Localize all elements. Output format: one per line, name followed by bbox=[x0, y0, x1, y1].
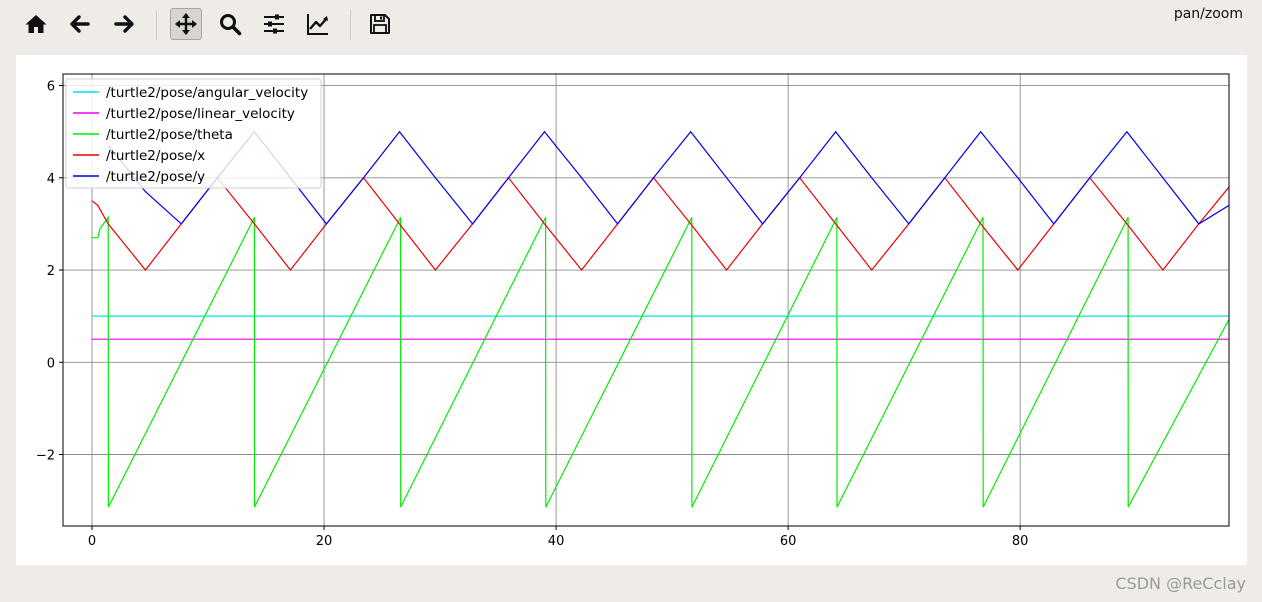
x-tick-label: 0 bbox=[88, 534, 96, 549]
y-tick-label: 6 bbox=[47, 80, 55, 95]
figure-canvas[interactable]: 0 20 40 60 80 −2 0 2 4 6/turtle2/pose/angular_vel… bbox=[16, 55, 1247, 565]
toolbar-separator bbox=[350, 10, 351, 40]
pan-button[interactable] bbox=[170, 8, 202, 40]
legend-entry-5: /turtle2/pose/y bbox=[106, 169, 205, 185]
y-tick-label: 2 bbox=[47, 264, 55, 279]
zoom-button[interactable] bbox=[214, 8, 246, 40]
move-icon bbox=[175, 13, 197, 35]
arrow-left-icon bbox=[70, 15, 90, 33]
search-icon bbox=[220, 14, 242, 36]
home-icon bbox=[25, 15, 47, 33]
save-button[interactable] bbox=[364, 8, 396, 40]
y-tick-label: 0 bbox=[47, 356, 55, 371]
forward-button[interactable] bbox=[108, 8, 140, 40]
x-tick-label: 40 bbox=[548, 534, 565, 549]
legend-entry-2: /turtle2/pose/linear_velocity bbox=[106, 106, 295, 122]
legend-entry-1: /turtle2/pose/angular_velocity bbox=[106, 85, 308, 101]
line-chart-icon bbox=[307, 14, 328, 35]
edit-axis-button[interactable] bbox=[302, 8, 334, 40]
line-chart[interactable]: 0 20 40 60 80 −2 0 2 4 6/turtle2/pose/angular_vel… bbox=[16, 55, 1247, 565]
series-line-4[interactable] bbox=[91, 176, 1229, 271]
y-tick-label: 4 bbox=[47, 172, 55, 187]
x-tick-label: 20 bbox=[316, 534, 333, 549]
x-tick-label: 80 bbox=[1012, 534, 1029, 549]
mode-label: pan/zoom bbox=[1173, 6, 1243, 22]
legend-entry-4: /turtle2/pose/x bbox=[106, 148, 205, 164]
navigation-toolbar: pan/zoom bbox=[0, 0, 1262, 52]
x-tick-label: 60 bbox=[780, 534, 797, 549]
legend-entry-3: /turtle2/pose/theta bbox=[106, 127, 233, 143]
sliders-icon bbox=[264, 14, 284, 34]
back-button[interactable] bbox=[64, 8, 96, 40]
arrow-right-icon bbox=[114, 15, 134, 33]
save-icon bbox=[370, 14, 390, 34]
watermark: CSDN @ReCclay bbox=[1115, 574, 1246, 593]
configure-subplots-button[interactable] bbox=[258, 8, 290, 40]
home-button[interactable] bbox=[20, 8, 52, 40]
y-tick-label: −2 bbox=[36, 449, 55, 464]
toolbar-separator bbox=[156, 10, 157, 40]
